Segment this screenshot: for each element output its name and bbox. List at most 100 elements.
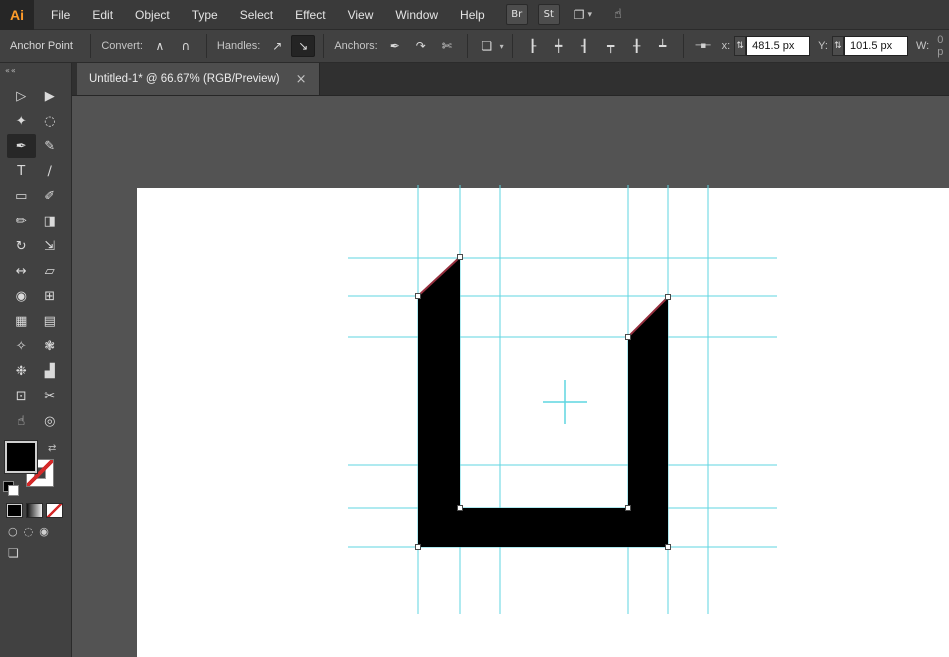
close-icon[interactable]: × — [296, 73, 307, 86]
pen-tool[interactable]: ✒ — [7, 134, 36, 158]
pencil-tool[interactable]: ✏ — [7, 209, 36, 233]
remove-selected-anchors-button[interactable]: ✒ — [383, 35, 407, 57]
paintbrush-tool[interactable]: ✐ — [36, 184, 65, 208]
stock-button[interactable]: St — [538, 4, 560, 25]
horizontal-align-center-button[interactable]: ┿ — [547, 35, 571, 57]
blend-tool[interactable]: ❃ — [36, 334, 65, 358]
hand-tool[interactable]: ☝ — [7, 409, 36, 433]
tools-panel: «« ▷▶✦◌✒✎T∕▭✐✏◨↻⇲↔▱◉⊞▦▤✧❃❉▟⊡✂☝◎ ⇄ ○◌◉ ❏ — [0, 63, 72, 657]
screen-mode-button[interactable]: ❏ — [0, 538, 71, 560]
cut-path-at-anchors-button[interactable]: ✄ — [435, 35, 459, 57]
workspace-switcher[interactable]: ❐ ▾ — [574, 8, 592, 22]
canvas-area[interactable] — [72, 96, 949, 657]
anchor-point-4[interactable] — [626, 335, 631, 340]
mesh-tool[interactable]: ▦ — [7, 309, 36, 333]
menu-effect[interactable]: Effect — [284, 0, 336, 30]
convert-to-smooth-button[interactable]: ∩ — [174, 35, 198, 57]
vertical-align-top-button[interactable]: ┯ — [599, 35, 623, 57]
x-field: x: ⇅ 481.5 px — [722, 36, 811, 56]
x-input[interactable]: 481.5 px — [746, 36, 810, 56]
swap-fill-stroke-icon[interactable]: ⇄ — [48, 443, 56, 454]
show-handles-button[interactable]: ↗ — [265, 35, 289, 57]
color-button[interactable] — [6, 503, 23, 518]
chevron-down-icon[interactable]: ▾ — [500, 42, 504, 51]
artboard-tool[interactable]: ⊡ — [7, 384, 36, 408]
anchor-point-0[interactable] — [458, 255, 463, 260]
y-label: Y: — [818, 40, 828, 52]
perspective-grid-tool[interactable]: ⊞ — [36, 284, 65, 308]
vertical-align-center-button[interactable]: ╂ — [625, 35, 649, 57]
collapse-panel-icon[interactable]: «« — [0, 63, 71, 82]
anchor-point-5[interactable] — [666, 295, 671, 300]
default-fill-stroke-icon[interactable] — [3, 481, 19, 495]
gradient-tool[interactable]: ▤ — [36, 309, 65, 333]
context-label: Anchor Point — [10, 40, 82, 52]
bridge-button[interactable]: Br — [506, 4, 528, 25]
graph-tool[interactable]: ▟ — [36, 359, 65, 383]
menu-file[interactable]: File — [40, 0, 81, 30]
document-tab[interactable]: Untitled-1* @ 66.67% (RGB/Preview) × — [77, 63, 320, 95]
y-input[interactable]: 101.5 px — [844, 36, 908, 56]
menu-bar: Ai FileEditObjectTypeSelectEffectViewWin… — [0, 0, 949, 30]
reference-point-icon: ─▪─ — [696, 41, 710, 51]
anchor-point-1[interactable] — [416, 294, 421, 299]
none-button[interactable] — [46, 503, 63, 518]
type-tool[interactable]: T — [7, 159, 36, 183]
touch-workspace-icon[interactable]: ☝ — [614, 7, 622, 22]
curvature-tool[interactable]: ✎ — [36, 134, 65, 158]
magic-wand-tool[interactable]: ✦ — [7, 109, 36, 133]
horizontal-align-right-button[interactable]: ┨ — [573, 35, 597, 57]
menu-select[interactable]: Select — [229, 0, 284, 30]
selection-tool[interactable]: ▶ — [36, 84, 65, 108]
menu-type[interactable]: Type — [181, 0, 229, 30]
w-value: 0 p — [937, 34, 949, 58]
vertical-align-bottom-button[interactable]: ┷ — [651, 35, 675, 57]
scale-tool[interactable]: ⇲ — [36, 234, 65, 258]
width-tool[interactable]: ↔ — [7, 259, 36, 283]
anchor-point-7[interactable] — [666, 545, 671, 550]
y-stepper[interactable]: ⇅ — [832, 36, 844, 56]
connect-selected-endpoints-button[interactable]: ↷ — [409, 35, 433, 57]
horizontal-align-left-button[interactable]: ┠ — [521, 35, 545, 57]
symbol-sprayer-tool[interactable]: ❉ — [7, 359, 36, 383]
convert-label: Convert: — [101, 40, 143, 52]
anchor-point-6[interactable] — [416, 545, 421, 550]
draw-inside-button[interactable]: ◉ — [39, 525, 49, 538]
line-segment-tool[interactable]: ∕ — [36, 159, 65, 183]
document-tab-bar: Untitled-1* @ 66.67% (RGB/Preview) × — [72, 63, 949, 96]
zoom-tool[interactable]: ◎ — [36, 409, 65, 433]
eraser-tool[interactable]: ◨ — [36, 209, 65, 233]
menu-edit[interactable]: Edit — [81, 0, 124, 30]
tool-grid: ▷▶✦◌✒✎T∕▭✐✏◨↻⇲↔▱◉⊞▦▤✧❃❉▟⊡✂☝◎ — [0, 82, 71, 433]
menu-view[interactable]: View — [337, 0, 385, 30]
divider — [323, 34, 324, 58]
draw-normal-button[interactable]: ○ — [8, 525, 18, 538]
chevron-down-icon: ▾ — [588, 10, 593, 20]
slice-tool[interactable]: ✂ — [36, 384, 65, 408]
menu-object[interactable]: Object — [124, 0, 181, 30]
gradient-button[interactable] — [26, 503, 43, 518]
x-stepper[interactable]: ⇅ — [734, 36, 746, 56]
draw-behind-button[interactable]: ◌ — [24, 525, 34, 538]
free-transform-tool[interactable]: ▱ — [36, 259, 65, 283]
hide-handles-button[interactable]: ↘ — [291, 35, 315, 57]
lasso-tool[interactable]: ◌ — [36, 109, 65, 133]
anchor-point-3[interactable] — [626, 506, 631, 511]
anchor-point-2[interactable] — [458, 506, 463, 511]
rotate-tool[interactable]: ↻ — [7, 234, 36, 258]
menu-help[interactable]: Help — [449, 0, 496, 30]
direct-selection-tool[interactable]: ▷ — [7, 84, 36, 108]
fill-swatch[interactable] — [7, 443, 35, 471]
eyedropper-tool[interactable]: ✧ — [7, 334, 36, 358]
rectangle-tool[interactable]: ▭ — [7, 184, 36, 208]
convert-to-corner-button[interactable]: ∧ — [148, 35, 172, 57]
app-logo: Ai — [0, 0, 34, 30]
menu-window[interactable]: Window — [384, 0, 449, 30]
isolate-selection-button[interactable]: ❏ — [476, 35, 498, 57]
anchors-label: Anchors: — [334, 40, 377, 52]
shape-builder-tool[interactable]: ◉ — [7, 284, 36, 308]
w-field: W: 0 p — [916, 34, 949, 58]
canvas-svg[interactable] — [72, 96, 949, 657]
align-buttons: ┠┿┨┯╂┷ — [521, 35, 675, 57]
handles-buttons: ↗↘ — [265, 35, 315, 57]
